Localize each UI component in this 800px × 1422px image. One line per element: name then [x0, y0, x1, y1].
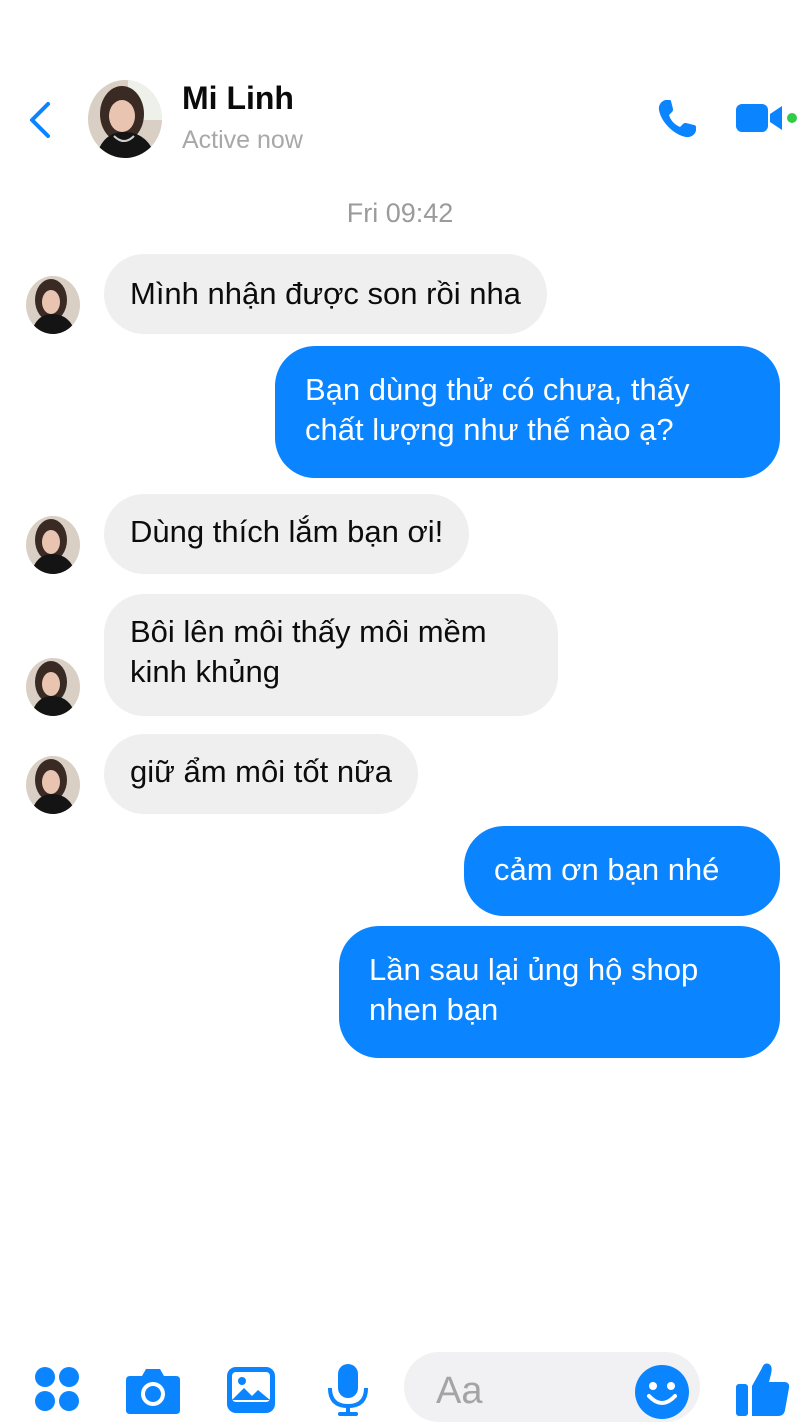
message-text: Dùng thích lắm bạn ơi!: [130, 514, 444, 549]
message-input-placeholder: Aa: [436, 1370, 483, 1412]
camera-icon: [126, 1369, 180, 1414]
sender-avatar: [26, 756, 80, 814]
online-dot: [787, 113, 797, 123]
like-button[interactable]: [734, 1360, 792, 1422]
message-text: cảm ơn bạn nhé: [494, 852, 720, 887]
video-call-button[interactable]: [734, 100, 798, 136]
gallery-button[interactable]: [226, 1366, 276, 1419]
back-button[interactable]: [22, 98, 62, 142]
apps-grid-icon: [35, 1367, 79, 1411]
message-text: Bôi lên môi thấy môi mềm: [130, 614, 487, 649]
emoji-icon: [635, 1365, 689, 1419]
voice-message-button[interactable]: [326, 1362, 370, 1422]
sender-avatar: [26, 276, 80, 334]
message-text: giữ ẩm môi tốt nữa: [130, 754, 393, 789]
image-icon: [227, 1367, 275, 1413]
message-timestamp: Fri 09:42: [346, 198, 454, 228]
message-bubble[interactable]: Bôi lên môi thấy môi mềm kinh khủng: [104, 594, 558, 716]
thumbs-up-icon: [736, 1363, 790, 1416]
active-status: Active now: [182, 126, 303, 154]
camera-button[interactable]: [124, 1364, 182, 1421]
contact-avatar[interactable]: [88, 80, 162, 158]
microphone-icon: [328, 1364, 368, 1416]
message-bubble[interactable]: Lần sau lại ủng hộ shop nhen bạn: [339, 926, 780, 1058]
contact-name[interactable]: Mi Linh: [182, 80, 294, 117]
message-text: Bạn dùng thử có chưa, thấy: [305, 372, 690, 407]
message-text: chất lượng như thế nào ạ?: [305, 412, 674, 447]
voice-call-button[interactable]: [654, 96, 700, 142]
chevron-left-icon: [30, 102, 50, 138]
message-bubble[interactable]: giữ ẩm môi tốt nữa: [104, 734, 419, 814]
phone-icon: [658, 100, 696, 138]
message-text: Mình nhận được son rồi nha: [130, 276, 521, 311]
video-camera-icon: [736, 104, 797, 132]
message-bubble[interactable]: Mình nhận được son rồi nha: [104, 254, 547, 334]
emoji-button[interactable]: [634, 1364, 690, 1422]
sender-avatar: [26, 658, 80, 716]
message-text: kinh khủng: [130, 654, 280, 689]
message-bubble[interactable]: Bạn dùng thử có chưa, thấy chất lượng nh…: [275, 346, 780, 478]
message-bubble[interactable]: cảm ơn bạn nhé: [464, 826, 780, 916]
message-bubble[interactable]: Dùng thích lắm bạn ơi!: [104, 494, 470, 574]
conversation-header: Mi Linh Active now: [0, 0, 800, 180]
apps-button[interactable]: [34, 1366, 80, 1417]
message-text: Lần sau lại ủng hộ shop: [369, 952, 699, 987]
sender-avatar: [26, 516, 80, 574]
message-text: nhen bạn: [369, 992, 499, 1027]
